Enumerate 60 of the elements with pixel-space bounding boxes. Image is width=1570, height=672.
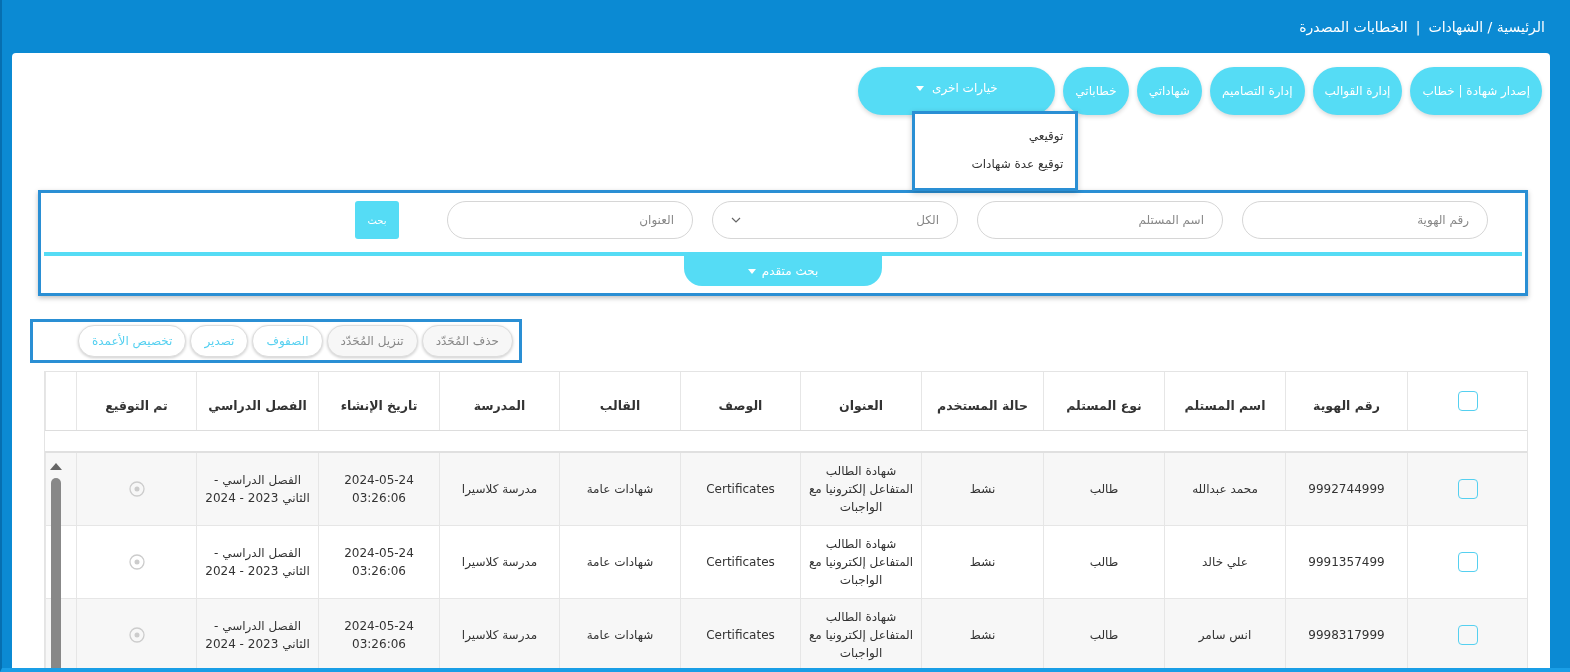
search-field[interactable]: رقم الهوية	[1242, 201, 1488, 239]
table-cell: 2024-05-24 03:26:06	[318, 599, 439, 668]
table-cell: الفصل الدراسي - الثاني 2023 - 2024	[196, 526, 318, 598]
menu-item[interactable]: توقيعي	[915, 122, 1076, 150]
radio-icon	[128, 554, 145, 570]
table-cell: Certificates	[680, 526, 800, 598]
column-header[interactable]: العنوان	[800, 372, 921, 430]
table-cell: مدرسة كلاسيرا	[439, 453, 559, 525]
caret-icon	[916, 85, 924, 91]
breadcrumb[interactable]: الرئيسية / الشهادات	[1428, 18, 1545, 35]
table-cell: شهادات عامة	[559, 526, 680, 598]
separator: |	[1415, 18, 1421, 35]
select-field[interactable]: الكل	[712, 201, 958, 239]
table-cell: طالب	[1043, 453, 1164, 525]
table-cell: Certificates	[680, 453, 800, 525]
column-header[interactable]: اسم المستلم	[1164, 372, 1285, 430]
table-cell: علي خالد	[1164, 526, 1285, 598]
table-cell: 9998317999	[1285, 599, 1407, 668]
table-cell: Certificates	[680, 599, 800, 668]
column-header[interactable]: تاريخ الإنشاء	[318, 372, 439, 430]
table-cell: 2024-05-24 03:26:06	[318, 526, 439, 598]
caret-icon	[747, 268, 756, 274]
column-header[interactable]: الفصل الدراسي	[196, 372, 318, 430]
table-cell: شهادة الطالب المتفاعل إلكترونيا مع الواجبات	[800, 453, 921, 525]
table-cell: نشط	[921, 526, 1043, 598]
radio-icon	[128, 481, 145, 497]
table-cell: 2024-05-24 03:26:06	[318, 453, 439, 525]
table-cell: مدرسة كلاسيرا	[439, 526, 559, 598]
table-cell: طالب	[1043, 526, 1164, 598]
table-cell: نشط	[921, 453, 1043, 525]
column-header[interactable]: الوصف	[680, 372, 800, 430]
page-title: الخطابات المصدرة	[1299, 18, 1408, 35]
search-field[interactable]: اسم المستلم	[977, 201, 1223, 239]
table-cell: محمد عبدالله	[1164, 453, 1285, 525]
table-cell: طالب	[1043, 599, 1164, 668]
table-cell: شهادات عامة	[559, 453, 680, 525]
table-cell: 9991357499	[1285, 526, 1407, 598]
row-checkbox[interactable]	[1457, 552, 1478, 572]
row-checkbox[interactable]	[1457, 625, 1478, 645]
select-all-checkbox[interactable]	[1457, 391, 1478, 411]
column-header[interactable]: نوع المستلم	[1043, 372, 1164, 430]
table-cell: 9992744999	[1285, 453, 1407, 525]
row-checkbox[interactable]	[1457, 479, 1478, 499]
column-header[interactable]: حالة المستخدم	[921, 372, 1043, 430]
column-header[interactable]: تم التوقيع	[76, 372, 196, 430]
table-cell: شهادات عامة	[559, 599, 680, 668]
menu-item[interactable]: توقيع عدة شهادات	[915, 150, 1076, 178]
table-cell: نشط	[921, 599, 1043, 668]
table-cell: الفصل الدراسي - الثاني 2023 - 2024	[196, 453, 318, 525]
column-header[interactable]: القالب	[559, 372, 680, 430]
table-cell: مدرسة كلاسيرا	[439, 599, 559, 668]
chevron-icon	[731, 217, 741, 223]
table-cell: شهادة الطالب المتفاعل إلكترونيا مع الواجبات	[800, 599, 921, 668]
table-cell: انس سامر	[1164, 599, 1285, 668]
column-header[interactable]: المدرسة	[439, 372, 559, 430]
search-field[interactable]: العنوان	[447, 201, 693, 239]
column-header[interactable]: رقم الهوية	[1285, 372, 1407, 430]
table-cell: شهادة الطالب المتفاعل إلكترونيا مع الواجبات	[800, 526, 921, 598]
radio-icon	[128, 627, 145, 643]
table-cell: الفصل الدراسي - الثاني 2023 - 2024	[196, 599, 318, 668]
